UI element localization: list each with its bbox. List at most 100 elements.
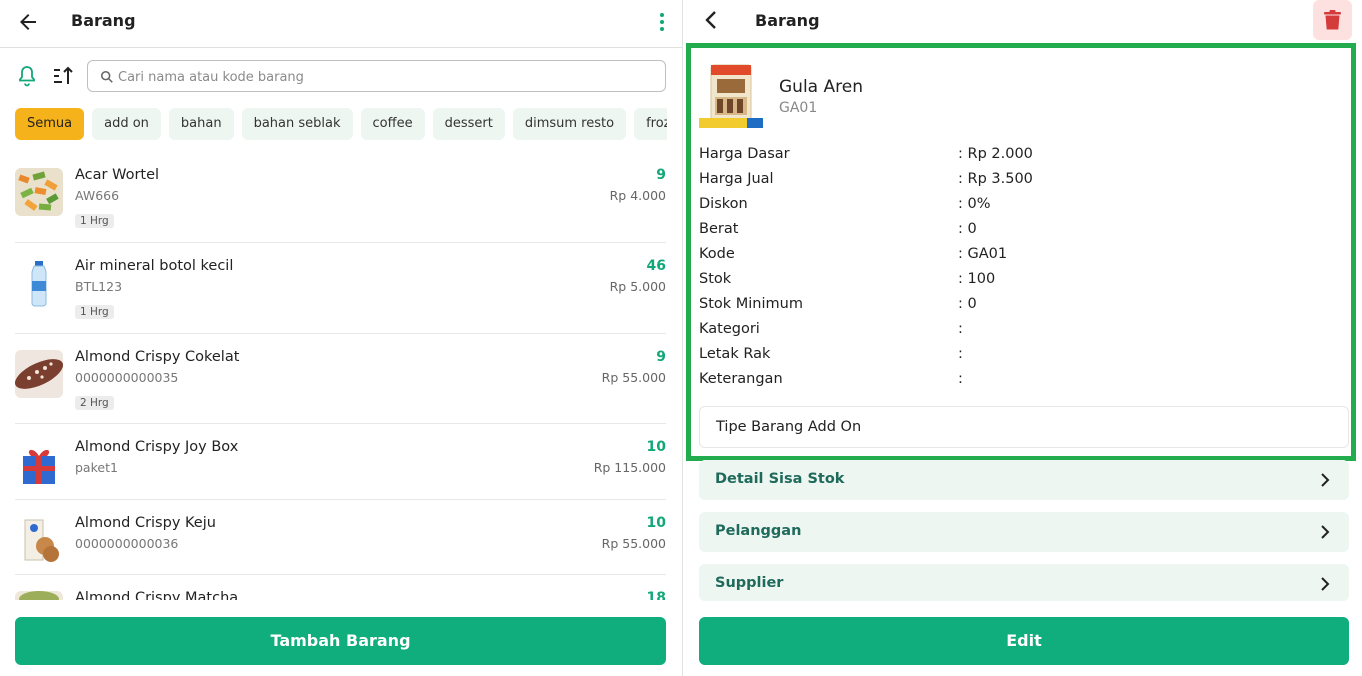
item-list-panel: Barang Semuaadd onbaha [0,0,682,676]
detail-value: : Rp 3.500 [958,171,1033,187]
chip-coffee[interactable]: coffee [360,108,425,140]
item-list: Acar Wortel AW666 1 Hrg 9 Rp 4.000 Air m… [15,158,666,600]
product-code: GA01 [779,100,818,116]
price-count-badge: 1 Hrg [75,214,114,228]
item-code: 0000000000036 [75,536,179,551]
product-name: Gula Aren [779,77,863,97]
add-item-button[interactable]: Tambah Barang [15,617,666,665]
item-thumbnail [15,259,63,307]
search-input[interactable] [118,65,658,89]
chip-dessert[interactable]: dessert [432,108,505,140]
item-thumbnail [15,440,63,488]
chip-bahan[interactable]: bahan [168,108,234,140]
addon-type-label: Tipe Barang Add On [716,419,862,435]
detail-row-stok: Stok : 100 [699,271,1339,296]
item-detail-panel: Barang Gula Aren GA01 Harga Dasar: Rp 2… [683,0,1362,676]
more-vert-icon[interactable] [650,10,674,34]
detail-value: : 100 [958,271,996,287]
detail-label: Keterangan [699,371,783,387]
category-chips: Semua add on bahan bahan seblak coffee desser… [15,108,667,140]
item-code: AW666 [75,188,120,203]
list-item[interactable]: Almond Crispy Matcha 18 [15,575,666,600]
delete-button[interactable] [1313,0,1352,40]
list-item[interactable]: Air mineral botol kecil BTL123 1 Hrg 46 … [15,243,666,334]
list-item[interactable]: Almond Crispy Keju 0000000000036 10 Rp 5… [15,500,666,575]
back-arrow-icon[interactable] [16,10,40,34]
item-name: Air mineral botol kecil [75,258,234,274]
nav-label: Pelanggan [715,523,802,539]
detail-row-kategori: Kategori: [699,321,1339,346]
item-stock: 10 [646,439,666,455]
list-item[interactable]: Acar Wortel AW666 1 Hrg 9 Rp 4.000 [15,158,666,243]
detail-value: : [958,321,963,337]
chip-add-on[interactable]: add on [92,108,161,140]
detail-label: Harga Jual [699,171,774,187]
chip-bahan-seblak[interactable]: bahan seblak [241,108,353,140]
detail-row-berat: Berat : 0 [699,221,1339,246]
bell-icon[interactable] [15,64,39,88]
item-name: Acar Wortel [75,167,160,183]
page-title: Barang [71,11,136,30]
detail-title: Barang [755,11,820,30]
item-stock: 9 [656,349,666,365]
chevron-right-icon [1321,577,1330,591]
detail-row-stok-minimum: Stok Minimum : 0 [699,296,1339,321]
sort-icon[interactable] [51,64,75,88]
detail-label: Harga Dasar [699,146,790,162]
detail-row-harga-jual: Harga Jual : Rp 3.500 [699,171,1339,196]
chevron-right-icon [1321,525,1330,539]
item-code: 0000000000035 [75,370,179,385]
item-name: Almond Crispy Joy Box [75,439,239,455]
pelanggan-row[interactable]: Pelanggan [699,512,1349,552]
item-name: Almond Crispy Cokelat [75,349,240,365]
item-name: Almond Crispy Keju [75,515,216,531]
detail-label: Berat [699,221,739,237]
chip-frozen[interactable]: frozen [634,108,667,140]
list-item[interactable]: Almond Crispy Cokelat 0000000000035 2 Hr… [15,334,666,424]
product-image [699,63,763,129]
list-tools [15,60,667,92]
detail-row-harga-dasar: Harga Dasar: Rp 2.000 [699,146,1339,171]
app-root: Barang Semuaadd onbaha [0,0,1362,676]
item-price: Rp 115.000 [593,460,666,475]
detail-row-diskon: Diskon: 0% [699,196,1339,221]
search-icon [100,70,113,83]
detail-value: : 0 [958,296,977,312]
detail-label: Stok Minimum [699,296,803,312]
item-price: Rp 55.000 [601,370,666,385]
detail-sisa-stok-row[interactable]: Detail Sisa Stok [699,460,1349,500]
detail-row-letak-rak: Letak Rak: [699,346,1339,371]
edit-button[interactable]: Edit [699,617,1349,665]
item-stock: 46 [646,258,666,274]
detail-label: Kode [699,246,735,262]
addon-type-box: Tipe Barang Add On [699,406,1349,448]
item-stock: 10 [646,515,666,531]
detail-value: : [958,346,963,362]
chevron-right-icon [1321,473,1330,487]
detail-value: : GA01 [958,246,1008,262]
detail-label: Stok [699,271,732,287]
detail-value: : [958,371,963,387]
detail-row-kode: Kode : GA01 [699,246,1339,271]
trash-icon [1324,10,1341,30]
detail-label: Kategori [699,321,760,337]
nav-label: Detail Sisa Stok [715,471,845,487]
list-item[interactable]: Almond Crispy Joy Box paket1 10 Rp 115.0… [15,424,666,500]
list-header: Barang [0,0,682,48]
product-details: Harga Dasar: Rp 2.000 Harga Jual : Rp 3.5… [699,146,1339,396]
item-thumbnail [15,350,63,398]
detail-value: : 0% [958,196,991,212]
item-thumbnail [15,516,63,564]
item-code: paket1 [75,460,118,475]
detail-label: Letak Rak [699,346,771,362]
chip-dimsum-resto[interactable]: dimsum resto [512,108,627,140]
chip-semua[interactable]: Semua [15,108,85,140]
chevron-left-icon[interactable] [700,8,724,32]
supplier-row[interactable]: Supplier [699,564,1349,601]
item-code: BTL123 [75,279,123,294]
price-count-badge: 1 Hrg [75,305,114,319]
detail-value: : 0 [958,221,977,237]
item-stock: 18 [646,590,666,600]
search-box[interactable] [87,60,666,92]
item-price: Rp 5.000 [609,279,666,294]
